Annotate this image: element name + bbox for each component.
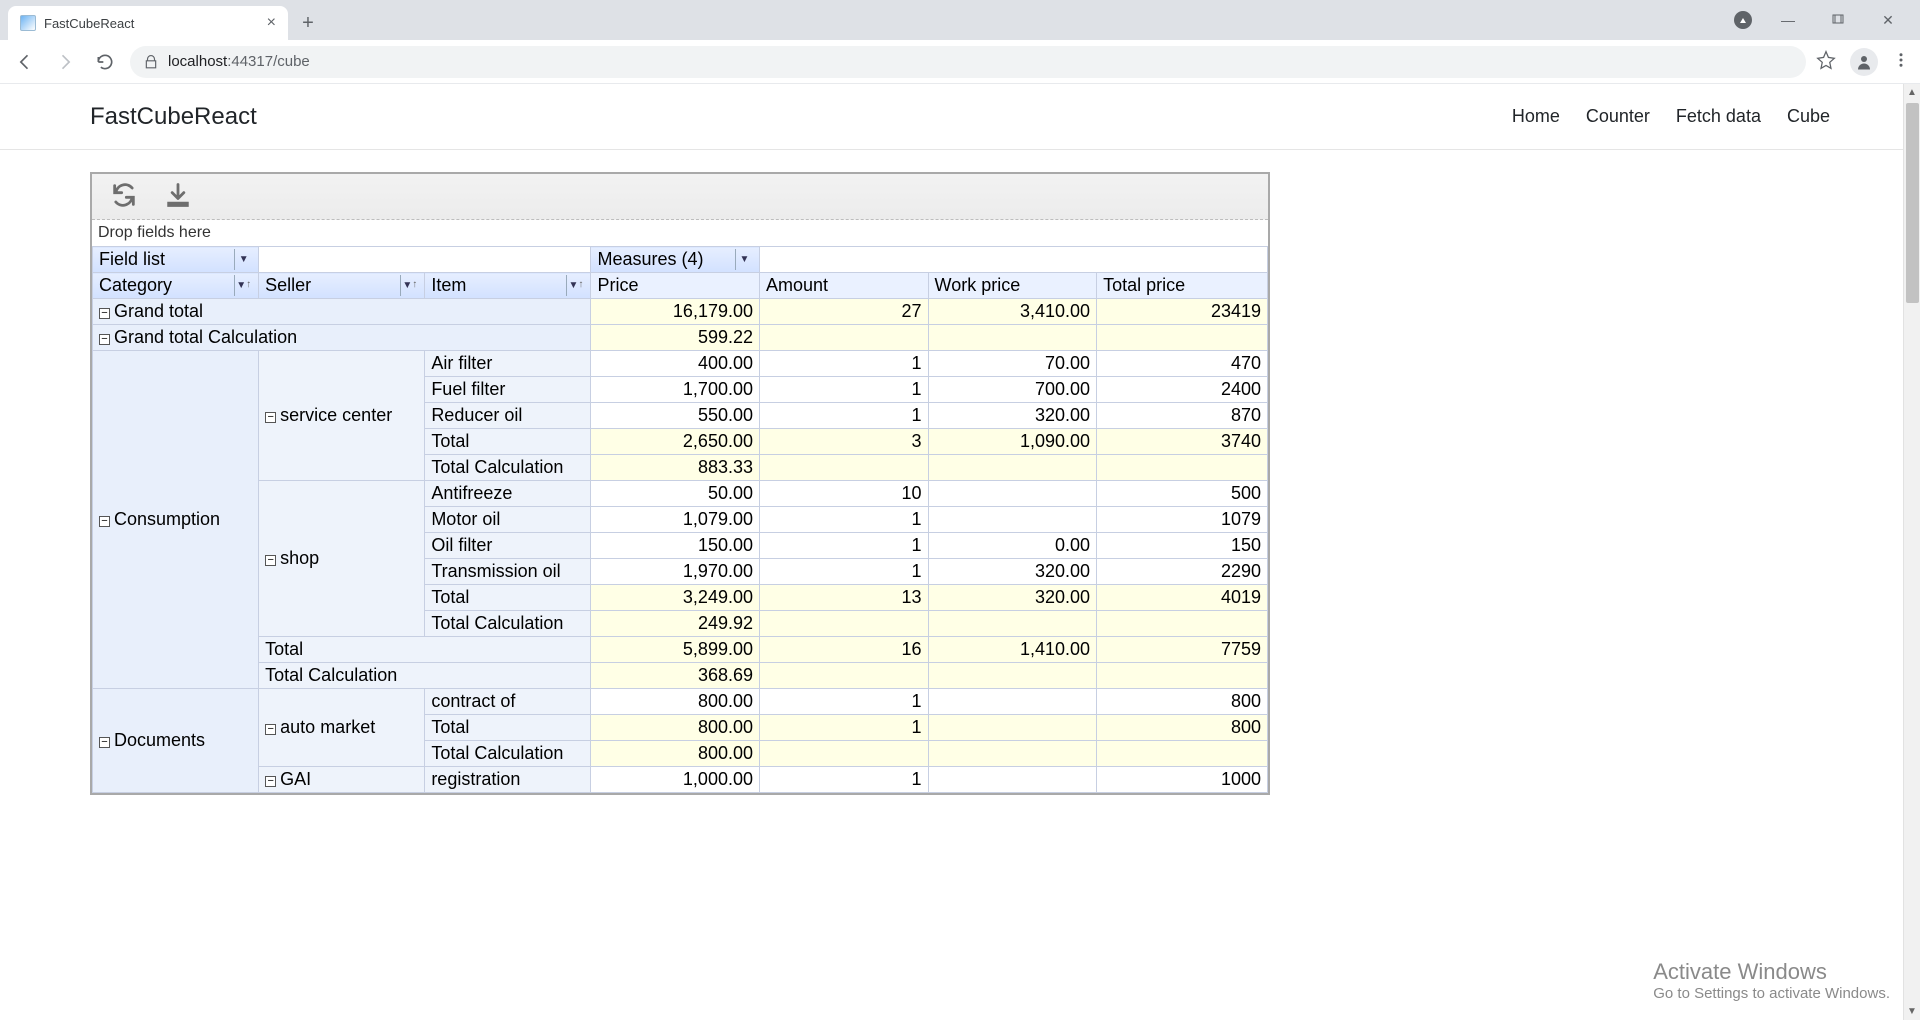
page-scrollbar[interactable]: ▲ ▼: [1903, 84, 1920, 1020]
tab-favicon-icon: [20, 15, 36, 31]
field-item[interactable]: Item▼ ↑: [425, 273, 591, 299]
row-total-calc: Total Calculation 368.69: [93, 663, 1268, 689]
close-icon[interactable]: ×: [267, 14, 276, 32]
download-icon[interactable]: [164, 181, 192, 212]
table-row: −GAI registration 1,000.00 1 1000: [93, 767, 1268, 793]
scroll-thumb[interactable]: [1906, 103, 1919, 303]
nav-links: Home Counter Fetch data Cube: [1512, 106, 1830, 127]
chevron-down-icon[interactable]: ▼: [236, 280, 246, 291]
scroll-up-icon[interactable]: ▲: [1904, 84, 1920, 101]
table-row: −Documents −auto market contract of 800.…: [93, 689, 1268, 715]
collapse-icon[interactable]: −: [99, 737, 110, 748]
col-total-price[interactable]: Total price: [1097, 273, 1268, 299]
cube-panel: Drop fields here Field list▼ Measures (4…: [90, 172, 1270, 795]
table-row: −shop Antifreeze 50.00 10 500: [93, 481, 1268, 507]
page-header: FastCubeReact Home Counter Fetch data Cu…: [0, 84, 1920, 150]
field-seller[interactable]: Seller▼ ↑: [259, 273, 425, 299]
browser-tab-strip: FastCubeReact × + — ✕: [0, 0, 1920, 40]
refresh-icon[interactable]: [110, 181, 138, 212]
profile-indicator-icon[interactable]: [1734, 11, 1752, 29]
window-maximize-button[interactable]: [1824, 6, 1852, 34]
field-category[interactable]: Category▼ ↑: [93, 273, 259, 299]
collapse-icon[interactable]: −: [99, 516, 110, 527]
collapse-icon[interactable]: −: [265, 412, 276, 423]
sort-asc-icon[interactable]: ↑: [246, 279, 251, 290]
row-total: Total 5,899.00 16 1,410.00 7759: [93, 637, 1268, 663]
field-list-button[interactable]: Field list▼: [93, 247, 259, 273]
profile-avatar-icon[interactable]: [1850, 48, 1878, 76]
bookmark-star-icon[interactable]: [1816, 50, 1836, 73]
scroll-down-icon[interactable]: ▼: [1904, 1003, 1920, 1020]
window-minimize-button[interactable]: —: [1774, 6, 1802, 34]
collapse-icon[interactable]: −: [265, 776, 276, 787]
browser-menu-icon[interactable]: [1892, 51, 1910, 72]
forward-button[interactable]: [50, 47, 80, 77]
row-grand-total: −Grand total 16,179.00 27 3,410.00 23419: [93, 299, 1268, 325]
collapse-icon[interactable]: −: [265, 555, 276, 566]
lock-icon: [144, 55, 158, 69]
new-tab-button[interactable]: +: [294, 9, 322, 37]
reload-button[interactable]: [90, 47, 120, 77]
row-grand-total-calc: −Grand total Calculation 599.22: [93, 325, 1268, 351]
collapse-icon[interactable]: −: [99, 334, 110, 345]
chevron-down-icon[interactable]: ▼: [402, 280, 412, 291]
back-button[interactable]: [10, 47, 40, 77]
chevron-down-icon[interactable]: ▼: [569, 280, 579, 291]
windows-activation-watermark: Activate Windows Go to Settings to activ…: [1653, 959, 1890, 1002]
drop-fields-zone[interactable]: Drop fields here: [92, 220, 1268, 246]
window-close-button[interactable]: ✕: [1874, 6, 1902, 34]
nav-counter[interactable]: Counter: [1586, 106, 1650, 127]
browser-address-bar: localhost:44317/cube: [0, 40, 1920, 84]
url-bar[interactable]: localhost:44317/cube: [130, 46, 1806, 78]
collapse-icon[interactable]: −: [265, 724, 276, 735]
chevron-down-icon[interactable]: ▼: [735, 249, 753, 270]
col-amount[interactable]: Amount: [760, 273, 929, 299]
window-controls: — ✕: [1734, 0, 1920, 40]
col-work-price[interactable]: Work price: [928, 273, 1097, 299]
tab-title: FastCubeReact: [44, 16, 259, 31]
sort-asc-icon[interactable]: ↑: [578, 279, 583, 290]
app-brand: FastCubeReact: [90, 103, 257, 131]
table-row: −Consumption −service center Air filter …: [93, 351, 1268, 377]
nav-cube[interactable]: Cube: [1787, 106, 1830, 127]
browser-tab[interactable]: FastCubeReact ×: [8, 6, 288, 40]
nav-home[interactable]: Home: [1512, 106, 1560, 127]
pivot-grid: Field list▼ Measures (4)▼ Category▼ ↑ Se…: [92, 246, 1268, 793]
url-text: localhost:44317/cube: [168, 53, 310, 70]
sort-asc-icon[interactable]: ↑: [412, 279, 417, 290]
chevron-down-icon[interactable]: ▼: [234, 249, 252, 270]
measures-button[interactable]: Measures (4)▼: [591, 247, 760, 273]
nav-fetch[interactable]: Fetch data: [1676, 106, 1761, 127]
col-price[interactable]: Price: [591, 273, 760, 299]
cube-toolbar: [92, 174, 1268, 220]
collapse-icon[interactable]: −: [99, 308, 110, 319]
